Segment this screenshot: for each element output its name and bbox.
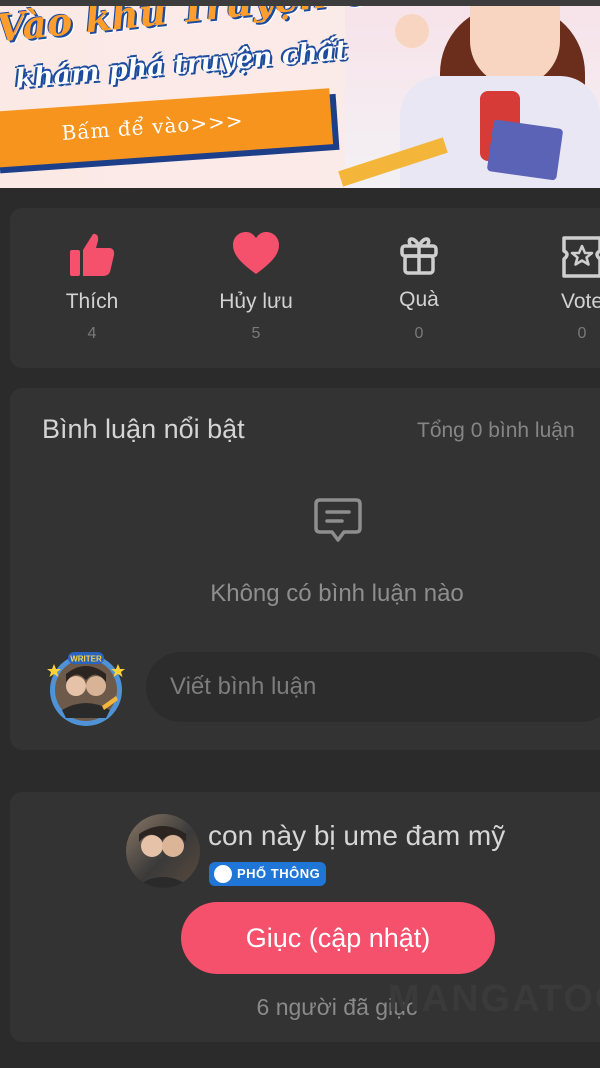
gift-count: 0 xyxy=(414,325,424,342)
diamond-icon xyxy=(214,865,232,883)
comment-input[interactable] xyxy=(146,652,600,722)
author-avatar[interactable] xyxy=(126,814,200,888)
vote-action[interactable]: Vote 0 xyxy=(522,208,600,368)
banner-cta[interactable]: Bấm để vào>>> xyxy=(0,88,334,168)
urge-update-button[interactable]: Giục (cập nhật) xyxy=(181,902,495,974)
comments-total[interactable]: Tổng 0 bình luận xyxy=(417,419,575,443)
comments-section: Bình luận nổi bật Tổng 0 bình luận Không… xyxy=(10,388,600,750)
vote-label: Vote xyxy=(560,290,600,313)
comment-icon xyxy=(314,498,362,542)
unsave-action[interactable]: Hủy lưu 5 xyxy=(196,208,316,368)
unsave-count: 5 xyxy=(251,325,261,342)
thumbs-up-icon xyxy=(70,233,115,276)
no-comments-text: Không có bình luận nào xyxy=(210,580,464,607)
promo-banner[interactable]: Vào khu Truyện Chất, khám phá truyện chấ… xyxy=(0,6,600,188)
vote-count: 0 xyxy=(577,325,587,342)
like-label: Thích xyxy=(65,290,119,313)
author-name[interactable]: con này bị ume đam mỹ xyxy=(208,820,505,852)
heart-icon xyxy=(233,232,279,274)
banner-illustration-hand xyxy=(395,14,429,48)
author-level-label: PHỔ THÔNG xyxy=(237,866,321,881)
gift-label: Quà xyxy=(399,288,439,311)
banner-subtitle: khám phá truyện chất xyxy=(14,34,349,95)
banner-cta-label: Bấm để vào>>> xyxy=(60,108,245,146)
unsave-label: Hủy lưu xyxy=(219,290,293,313)
ticket-star-icon xyxy=(562,236,600,278)
like-action[interactable]: Thích 4 xyxy=(32,208,152,368)
banner-book-icon xyxy=(486,119,564,181)
like-count: 4 xyxy=(87,325,97,342)
gift-action[interactable]: Quà 0 xyxy=(359,208,479,368)
watermark-logo: MANGATOO xyxy=(388,978,600,1020)
comments-title: Bình luận nổi bật xyxy=(42,414,245,444)
author-level-badge: PHỔ THÔNG xyxy=(209,862,327,886)
story-actions: Thích 4 Hủy lưu 5 Quà 0 Vote 0 xyxy=(10,208,600,368)
gift-icon xyxy=(400,237,438,275)
avatar-badge-text: WRITER xyxy=(70,655,102,664)
user-avatar[interactable]: WRITER xyxy=(46,648,126,728)
